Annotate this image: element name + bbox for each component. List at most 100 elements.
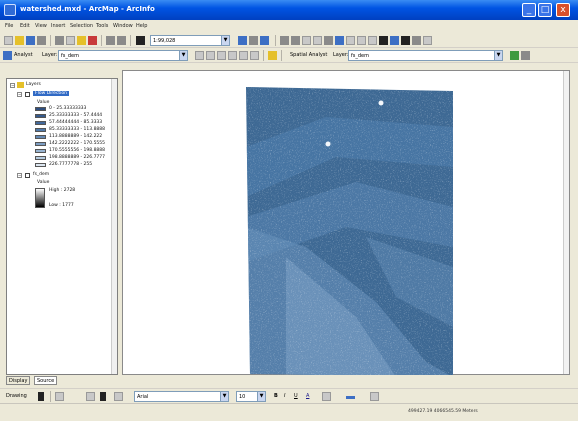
copy-icon[interactable]: [66, 36, 75, 45]
layer-fs-dem[interactable]: fs_dem: [33, 172, 49, 177]
select-elements-icon[interactable]: [38, 392, 44, 401]
italic-button[interactable]: I: [284, 393, 285, 399]
fixed-zoom-out-icon[interactable]: [313, 36, 322, 45]
edit-vertices-icon[interactable]: [114, 392, 123, 401]
collapse-layer-icon[interactable]: −: [17, 173, 22, 178]
line-of-sight-icon[interactable]: [239, 51, 248, 60]
chevron-down-icon[interactable]: ▼: [179, 51, 187, 60]
class-swatch[interactable]: [35, 149, 46, 153]
analyst-options-icon[interactable]: [521, 51, 530, 60]
interactive-tool-icon[interactable]: [195, 51, 204, 60]
rotate-icon[interactable]: [55, 392, 64, 401]
new-text-icon[interactable]: [100, 392, 106, 401]
pan-icon[interactable]: [324, 36, 333, 45]
layer-visibility-checkbox[interactable]: [25, 173, 30, 178]
full-extent-icon[interactable]: [335, 36, 344, 45]
chevron-down-icon[interactable]: ▼: [220, 392, 228, 401]
fixed-zoom-in-icon[interactable]: [302, 36, 311, 45]
layer-visibility-checkbox[interactable]: [25, 92, 30, 97]
close-button[interactable]: x: [556, 3, 570, 17]
menu-file[interactable]: File: [5, 23, 13, 29]
what-is-this-icon[interactable]: [260, 36, 269, 45]
spatial-analyst-menu[interactable]: Spatial Analyst: [290, 52, 327, 58]
save-icon[interactable]: [26, 36, 35, 45]
hyperlink-icon[interactable]: [423, 36, 432, 45]
chevron-down-icon[interactable]: ▼: [221, 36, 229, 45]
bold-button[interactable]: B: [274, 393, 278, 399]
elevation-color-ramp[interactable]: [35, 188, 45, 208]
class-swatch[interactable]: [35, 163, 46, 167]
class-swatch[interactable]: [35, 128, 46, 132]
class-swatch[interactable]: [35, 142, 46, 146]
drawing-toolbar: Drawing Arial ▼ 10 ▼ B I U A: [0, 388, 578, 403]
editor-toolbar-icon[interactable]: [238, 36, 247, 45]
new-document-icon[interactable]: [4, 36, 13, 45]
menu-insert[interactable]: Insert: [51, 23, 65, 29]
identify-icon[interactable]: [390, 36, 399, 45]
font-name-combo[interactable]: Arial ▼: [134, 391, 229, 402]
tab-source[interactable]: Source: [34, 376, 58, 385]
font-color-button[interactable]: A: [306, 393, 309, 399]
class-swatch[interactable]: [35, 114, 46, 118]
font-size-combo[interactable]: 10 ▼: [236, 391, 266, 402]
chevron-down-icon[interactable]: ▼: [494, 51, 502, 60]
toc-scrollbar[interactable]: [111, 79, 117, 374]
point-profile-icon[interactable]: [250, 51, 259, 60]
paste-icon[interactable]: [77, 36, 86, 45]
measure-icon[interactable]: [412, 36, 421, 45]
maximize-button[interactable]: □: [538, 3, 552, 17]
find-icon[interactable]: [401, 36, 410, 45]
layer-label-2: Layer:: [333, 52, 349, 58]
map-horizontal-scrollbar[interactable]: [122, 375, 570, 385]
zoom-out-icon[interactable]: [291, 36, 300, 45]
arctoolbox-icon[interactable]: [249, 36, 258, 45]
collapse-layer-icon[interactable]: −: [17, 92, 22, 97]
menu-help[interactable]: Help: [136, 23, 147, 29]
fill-color-icon[interactable]: [322, 392, 331, 401]
new-rectangle-icon[interactable]: [86, 392, 95, 401]
zoom-in-icon[interactable]: [280, 36, 289, 45]
back-extent-icon[interactable]: [346, 36, 355, 45]
drawing-menu[interactable]: Drawing: [6, 393, 27, 399]
histogram-icon[interactable]: [510, 51, 519, 60]
contour-icon[interactable]: [206, 51, 215, 60]
spatial-layer-combo[interactable]: fs_dem ▼: [348, 50, 503, 61]
arcscene-icon[interactable]: [268, 51, 277, 60]
minimize-button[interactable]: _: [522, 3, 536, 17]
class-swatch[interactable]: [35, 156, 46, 160]
class-swatch[interactable]: [35, 107, 46, 111]
collapse-layers-icon[interactable]: −: [10, 83, 15, 88]
line-color-icon[interactable]: [346, 396, 355, 399]
add-data-icon[interactable]: [136, 36, 145, 45]
redo-icon[interactable]: [117, 36, 126, 45]
steepest-path-icon[interactable]: [217, 51, 226, 60]
open-icon[interactable]: [15, 36, 24, 45]
map-vertical-scrollbar[interactable]: [563, 71, 569, 374]
delete-icon[interactable]: [88, 36, 97, 45]
flow-direction-raster[interactable]: [246, 87, 453, 377]
tab-display[interactable]: Display: [6, 376, 31, 385]
chevron-down-icon[interactable]: ▼: [257, 392, 265, 401]
print-icon[interactable]: [37, 36, 46, 45]
menu-view[interactable]: View: [35, 23, 47, 29]
class-swatch[interactable]: [35, 135, 46, 139]
marker-color-icon[interactable]: [370, 392, 379, 401]
menu-tools[interactable]: Tools: [96, 23, 108, 29]
layers-root[interactable]: Layers: [26, 82, 41, 87]
menu-edit[interactable]: Edit: [20, 23, 30, 29]
cut-icon[interactable]: [55, 36, 64, 45]
profile-icon[interactable]: [228, 51, 237, 60]
menu-window[interactable]: Window: [113, 23, 133, 29]
underline-button[interactable]: U: [294, 393, 298, 399]
undo-icon[interactable]: [106, 36, 115, 45]
analyst-layer-combo[interactable]: fs_dem ▼: [58, 50, 188, 61]
select-elements-icon[interactable]: [379, 36, 388, 45]
analyst-menu[interactable]: Analyst: [14, 52, 33, 58]
forward-extent-icon[interactable]: [357, 36, 366, 45]
class-swatch[interactable]: [35, 121, 46, 125]
map-display[interactable]: [122, 70, 570, 377]
layer-flow-direction[interactable]: Flow Direction: [33, 91, 70, 96]
map-scale-combo[interactable]: 1:99,028 ▼: [150, 35, 230, 46]
menu-selection[interactable]: Selection: [70, 23, 93, 29]
select-features-icon[interactable]: [368, 36, 377, 45]
